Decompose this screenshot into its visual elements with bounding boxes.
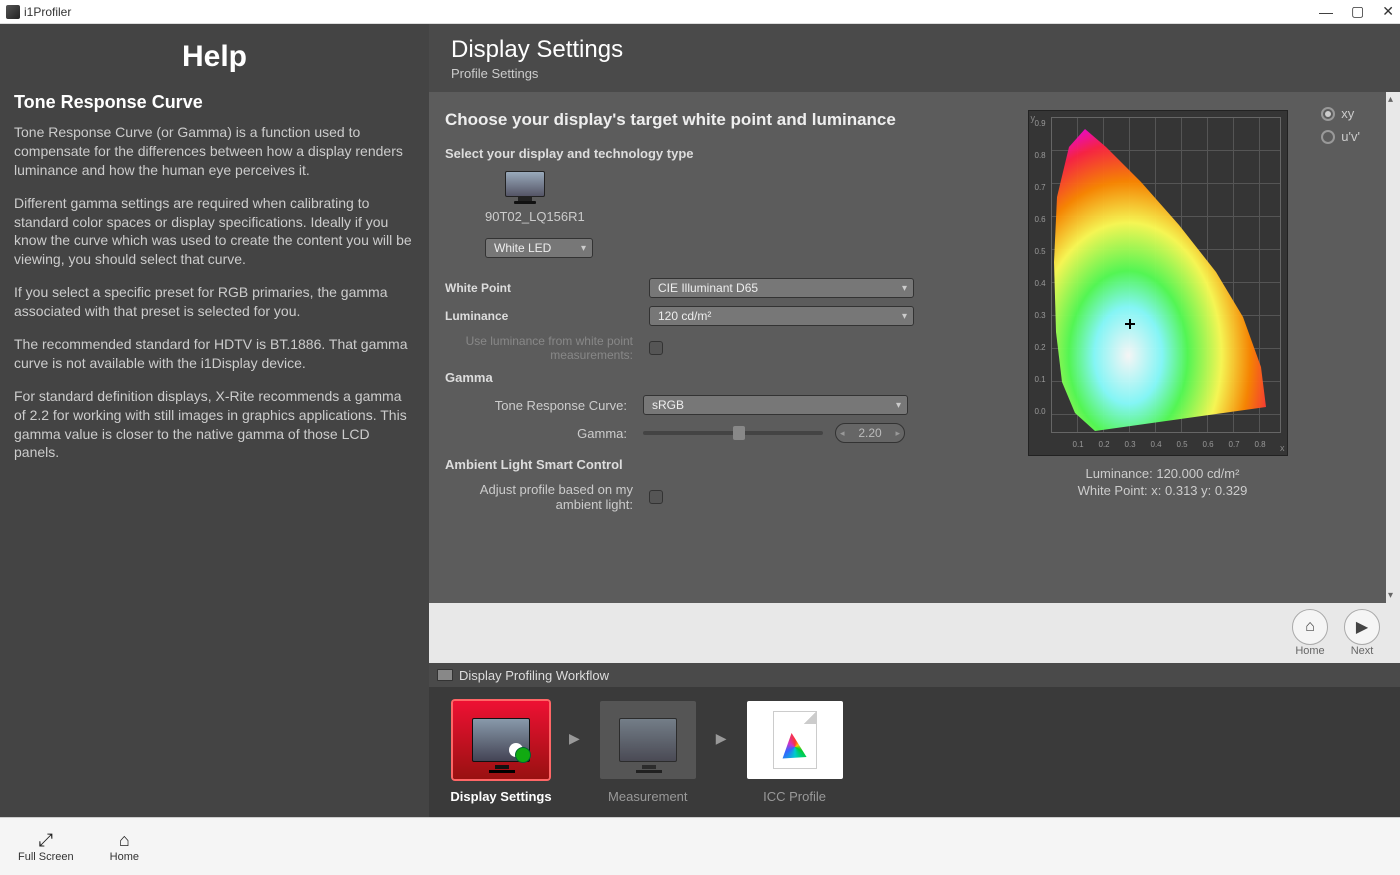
luminance-measure-checkbox[interactable]: [649, 341, 663, 355]
workflow-title: Display Profiling Workflow: [459, 668, 609, 683]
home-button[interactable]: ⌂ Home: [110, 830, 139, 863]
help-panel: Help Tone Response Curve Tone Response C…: [0, 24, 429, 817]
home-label: Home: [110, 851, 139, 863]
nav-next-label: Next: [1351, 645, 1374, 657]
radio-xy-label: xy: [1341, 106, 1354, 121]
scroll-up-icon[interactable]: ▴: [1388, 94, 1393, 105]
chart-panel: xy u'v': [949, 92, 1400, 603]
workflow-step1-label: Display Settings: [450, 789, 551, 804]
x-axis-label: x: [1280, 443, 1285, 453]
close-button[interactable]: ✕: [1382, 3, 1394, 20]
home-icon: ⌂: [119, 830, 130, 851]
luminance-value: 120 cd/m²: [658, 309, 711, 323]
display-name: 90T02_LQ156R1: [485, 209, 565, 224]
chromaticity-chart: y x 0.90.80.70.60.50.40.30.20.10.0 0.10.…: [1028, 110, 1288, 456]
alsc-checkbox[interactable]: [649, 490, 663, 504]
window-title: i1Profiler: [24, 5, 71, 19]
chart-whitepoint-text: White Point: x: 0.313 y: 0.329: [1008, 483, 1318, 498]
gamma-stepper[interactable]: 2.20: [835, 423, 905, 443]
workflow-step2-label: Measurement: [608, 789, 687, 804]
gamma-section-label: Gamma: [445, 370, 941, 385]
vertical-scrollbar[interactable]: ▴ ▾: [1386, 92, 1400, 603]
whitepoint-value: CIE Illuminant D65: [658, 281, 758, 295]
minimize-button[interactable]: —: [1319, 4, 1333, 20]
trc-value: sRGB: [652, 398, 684, 412]
help-para-2: Different gamma settings are required wh…: [14, 194, 415, 270]
backlight-value: White LED: [494, 241, 551, 255]
workflow-header: Display Profiling Workflow: [429, 663, 1400, 687]
maximize-button[interactable]: ▢: [1351, 3, 1364, 20]
workflow-step-measurement[interactable]: Measurement: [592, 701, 704, 804]
help-para-5: For standard definition displays, X-Rite…: [14, 387, 415, 463]
luminance-measure-label: Use luminance from white point measureme…: [445, 334, 641, 362]
nav-home-button[interactable]: ⌂ Home: [1292, 609, 1328, 657]
next-icon: ▶: [1344, 609, 1380, 645]
help-para-3: If you select a specific preset for RGB …: [14, 283, 415, 321]
page-title: Display Settings: [451, 36, 1378, 64]
chevron-right-icon: ▶: [569, 730, 580, 747]
chart-luminance-text: Luminance: 120.000 cd/m²: [1008, 466, 1318, 481]
trc-label: Tone Response Curve:: [445, 398, 635, 413]
backlight-dropdown[interactable]: White LED: [485, 238, 593, 258]
luminance-label: Luminance: [445, 309, 641, 323]
window-titlebar: i1Profiler — ▢ ✕: [0, 0, 1400, 24]
help-title: Help: [14, 40, 415, 74]
scroll-down-icon[interactable]: ▾: [1388, 590, 1393, 601]
page-header: Display Settings Profile Settings: [429, 24, 1400, 92]
fullscreen-label: Full Screen: [18, 851, 74, 863]
gamma-slider-label: Gamma:: [445, 426, 635, 441]
nav-home-label: Home: [1295, 645, 1324, 657]
bottom-toolbar: ⤢ Full Screen ⌂ Home: [0, 817, 1400, 875]
app-icon: [6, 5, 20, 19]
fullscreen-button[interactable]: ⤢ Full Screen: [18, 830, 74, 863]
help-para-4: The recommended standard for HDTV is BT.…: [14, 335, 415, 373]
select-display-label: Select your display and technology type: [445, 146, 941, 161]
workflow-body: Display Settings ▶ Measurement ▶ ICC Pro…: [429, 687, 1400, 817]
luminance-dropdown[interactable]: 120 cd/m²: [649, 306, 914, 326]
radio-xy[interactable]: xy: [1321, 106, 1360, 121]
nav-strip: ⌂ Home ▶ Next: [429, 603, 1400, 663]
alsc-sub-label: Adjust profile based on my ambient light…: [445, 482, 641, 512]
radio-uv-label: u'v': [1341, 129, 1360, 144]
whitepoint-marker-icon: [1125, 319, 1135, 329]
trc-dropdown[interactable]: sRGB: [643, 395, 908, 415]
whitepoint-dropdown[interactable]: CIE Illuminant D65: [649, 278, 914, 298]
workflow-step-icc-profile[interactable]: ICC Profile: [739, 701, 851, 804]
whitepoint-label: White Point: [445, 281, 641, 295]
help-para-1: Tone Response Curve (or Gamma) is a func…: [14, 123, 415, 180]
gamma-slider[interactable]: [643, 431, 823, 435]
home-icon: ⌂: [1292, 609, 1328, 645]
monitor-icon: [505, 171, 545, 205]
fullscreen-icon: ⤢: [39, 830, 53, 851]
monitor-icon: [437, 669, 453, 681]
display-card[interactable]: 90T02_LQ156R1: [445, 171, 565, 224]
help-subtitle: Tone Response Curve: [14, 92, 415, 113]
choose-heading: Choose your display's target white point…: [445, 110, 941, 130]
alsc-label: Ambient Light Smart Control: [445, 457, 941, 472]
nav-next-button[interactable]: ▶ Next: [1344, 609, 1380, 657]
page-subtitle: Profile Settings: [451, 66, 1378, 81]
radio-uv[interactable]: u'v': [1321, 129, 1360, 144]
workflow-step-display-settings[interactable]: Display Settings: [445, 701, 557, 804]
gamma-value: 2.20: [858, 426, 881, 440]
chevron-right-icon: ▶: [716, 730, 727, 747]
content-area: Choose your display's target white point…: [429, 92, 1400, 603]
workflow-step3-label: ICC Profile: [763, 789, 826, 804]
